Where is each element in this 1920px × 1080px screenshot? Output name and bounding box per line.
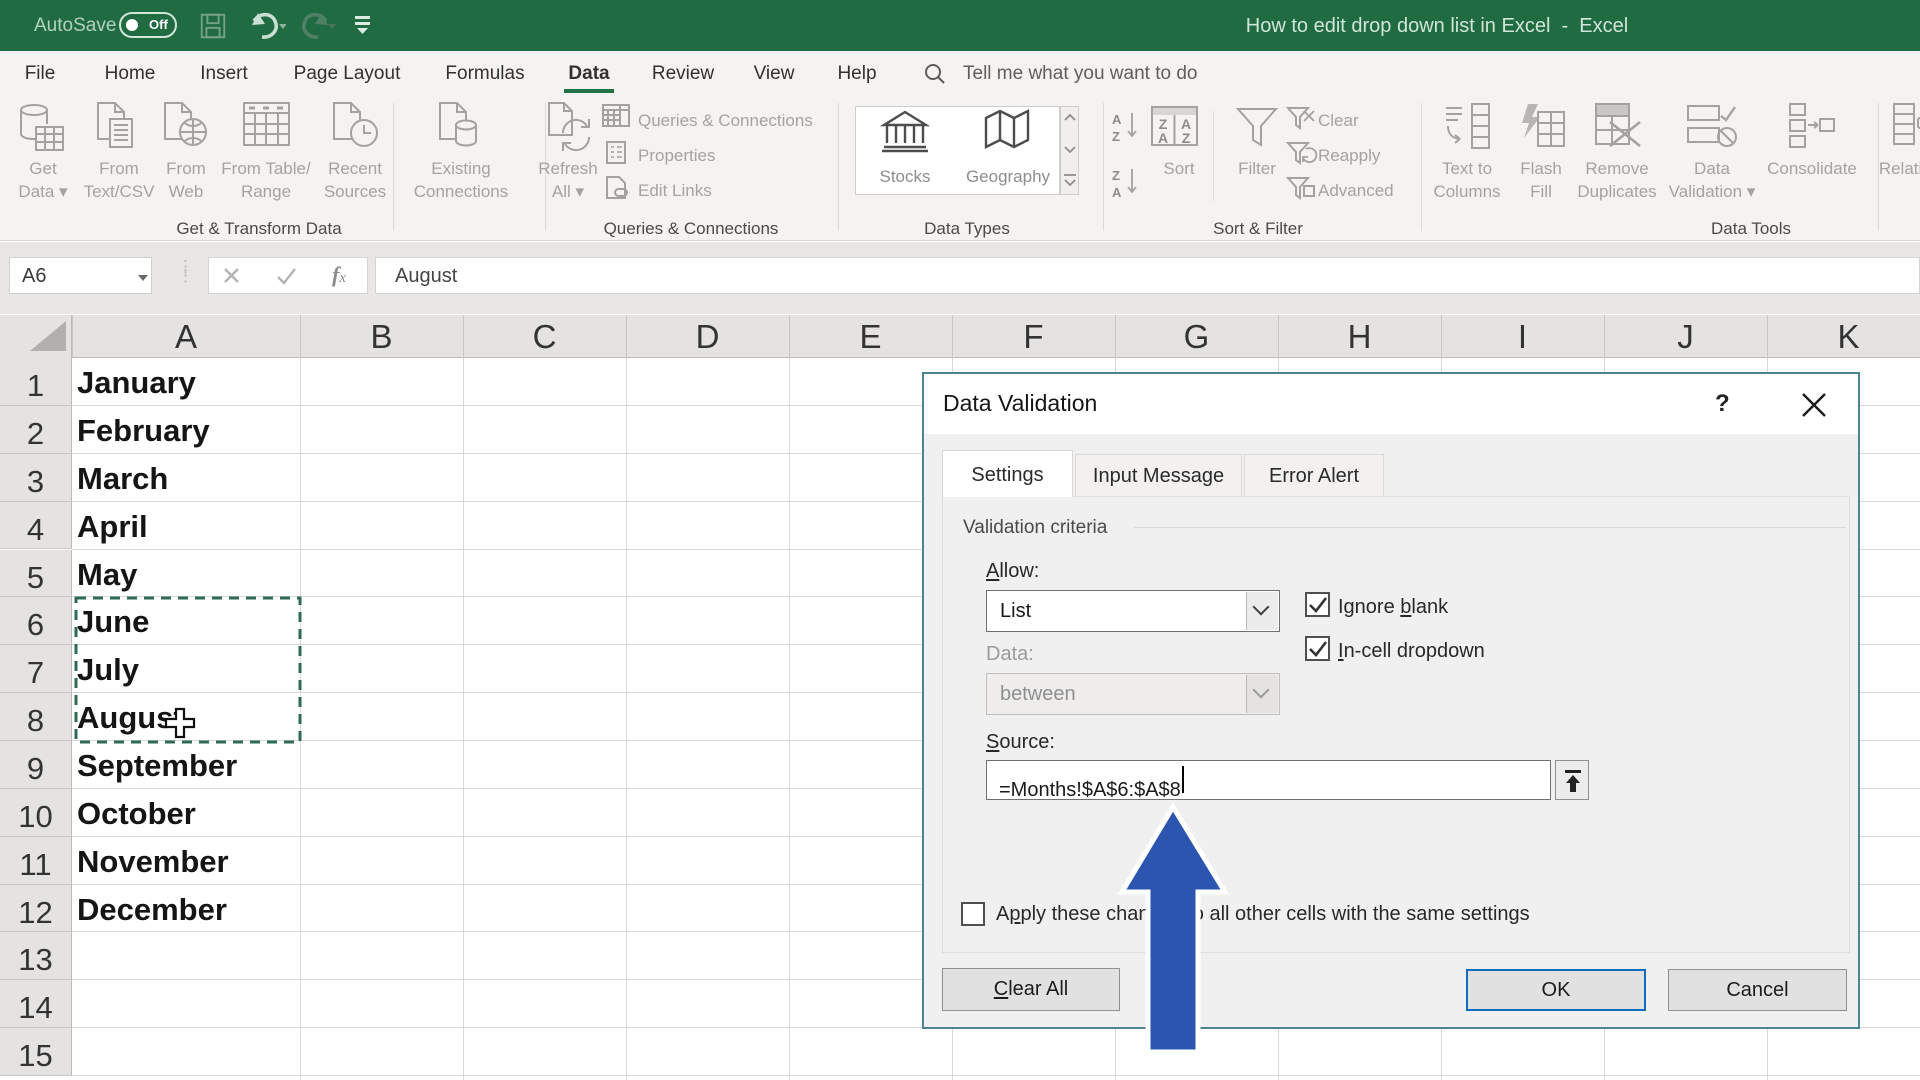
- svg-text:A: A: [1112, 112, 1122, 127]
- svg-text:A: A: [1112, 185, 1122, 200]
- svg-text:A: A: [1158, 130, 1168, 146]
- svg-text:Z: Z: [1112, 168, 1120, 183]
- svg-text:Z: Z: [1182, 130, 1191, 146]
- svg-text:Z: Z: [1112, 129, 1120, 144]
